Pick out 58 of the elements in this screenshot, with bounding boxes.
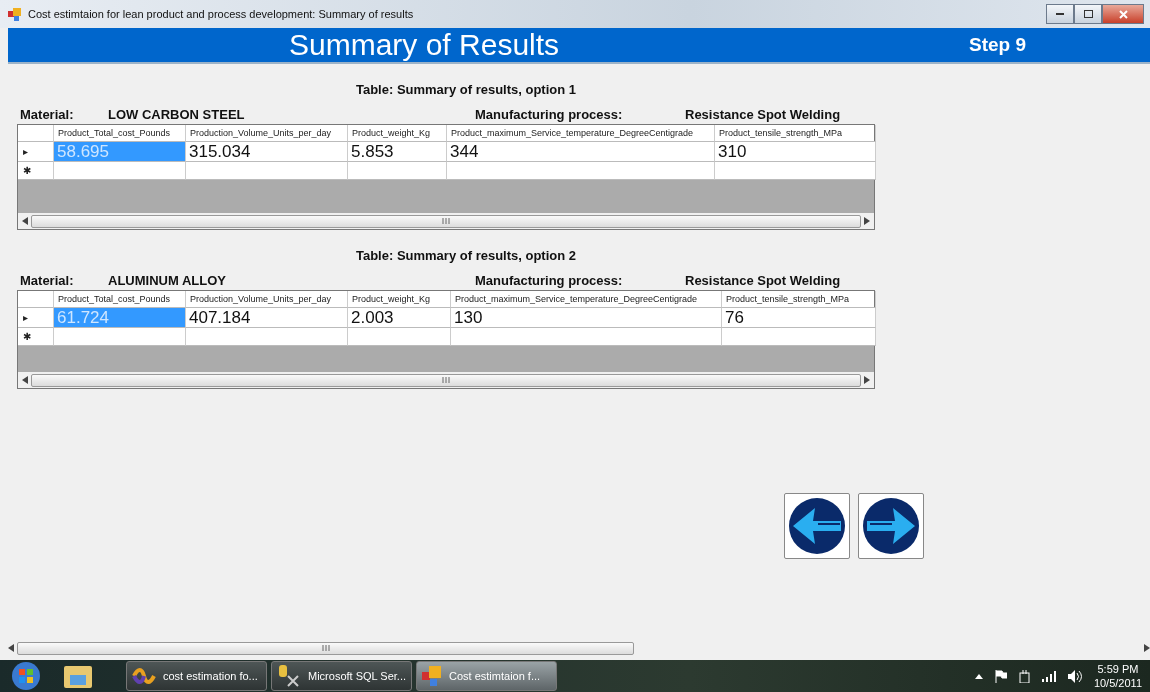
table-cell[interactable] <box>186 162 348 180</box>
table-cell[interactable]: 76 <box>722 308 876 328</box>
table-cell[interactable]: 407.184 <box>186 308 348 328</box>
table-cell[interactable] <box>186 328 348 346</box>
scroll-left-icon[interactable] <box>22 217 28 225</box>
app-squares-icon <box>8 7 22 21</box>
table-cell[interactable] <box>348 162 447 180</box>
flag-icon[interactable] <box>994 669 1007 683</box>
table-cell[interactable]: 2.003 <box>348 308 451 328</box>
minimize-icon <box>1056 12 1064 16</box>
clock[interactable]: 5:59 PM 10/5/2011 <box>1093 662 1142 690</box>
window-title: Cost estimtaion for lean product and process development: Summary of results <box>28 8 414 20</box>
power-plug-icon[interactable] <box>1018 669 1030 683</box>
app-squares-icon <box>421 665 443 687</box>
page-title: Summary of Results <box>289 28 561 62</box>
step-label: Step 9 <box>969 34 1027 56</box>
table-title: Table: Summary of results, option 2 <box>354 248 577 263</box>
process-value: Resistance Spot Welding <box>685 107 841 122</box>
maximize-icon <box>1083 10 1093 18</box>
maximize-button[interactable] <box>1074 4 1102 24</box>
table-cell[interactable]: 130 <box>451 308 722 328</box>
table-cell[interactable] <box>451 328 722 346</box>
database-tools-icon <box>276 664 302 688</box>
material-value: LOW CARBON STEEL <box>108 107 246 122</box>
scroll-right-icon[interactable] <box>1144 644 1150 652</box>
table-cell[interactable] <box>447 162 715 180</box>
table-cell[interactable]: 344 <box>447 142 715 162</box>
table-cell[interactable] <box>54 162 186 180</box>
material-label: Material: <box>20 107 75 122</box>
taskbar-button[interactable]: Cost estimtaion f... <box>416 661 557 691</box>
table-title: Table: Summary of results, option 1 <box>354 82 577 97</box>
signal-icon[interactable] <box>1041 670 1056 682</box>
process-label: Manufacturing process: <box>475 107 624 122</box>
table-cell[interactable]: 315.034 <box>186 142 348 162</box>
minimize-button[interactable] <box>1046 4 1074 24</box>
material-label: Material: <box>20 273 75 288</box>
taskbar-button[interactable]: Microsoft SQL Ser... <box>271 661 412 691</box>
infinity-icon <box>131 665 157 687</box>
back-button[interactable] <box>784 493 850 559</box>
scroll-left-icon[interactable] <box>8 644 14 652</box>
table-cell[interactable] <box>722 328 876 346</box>
taskbar-button[interactable]: cost estimation fo... <box>126 661 267 691</box>
show-hidden-icon[interactable] <box>974 673 983 679</box>
speaker-icon[interactable] <box>1067 669 1082 683</box>
process-label: Manufacturing process: <box>475 273 624 288</box>
scroll-right-icon[interactable] <box>864 217 870 225</box>
next-button[interactable] <box>858 493 924 559</box>
scroll-right-icon[interactable] <box>864 376 870 384</box>
table-cell[interactable]: 310 <box>715 142 876 162</box>
table-cell[interactable] <box>715 162 876 180</box>
close-button[interactable] <box>1102 4 1144 24</box>
process-value: Resistance Spot Welding <box>685 273 841 288</box>
table-cell[interactable] <box>348 328 451 346</box>
close-icon <box>1118 9 1128 19</box>
table-cell[interactable] <box>54 328 186 346</box>
table-cell[interactable]: 5.853 <box>348 142 447 162</box>
material-value: ALUMINUM ALLOY <box>108 273 227 288</box>
scroll-left-icon[interactable] <box>22 376 28 384</box>
